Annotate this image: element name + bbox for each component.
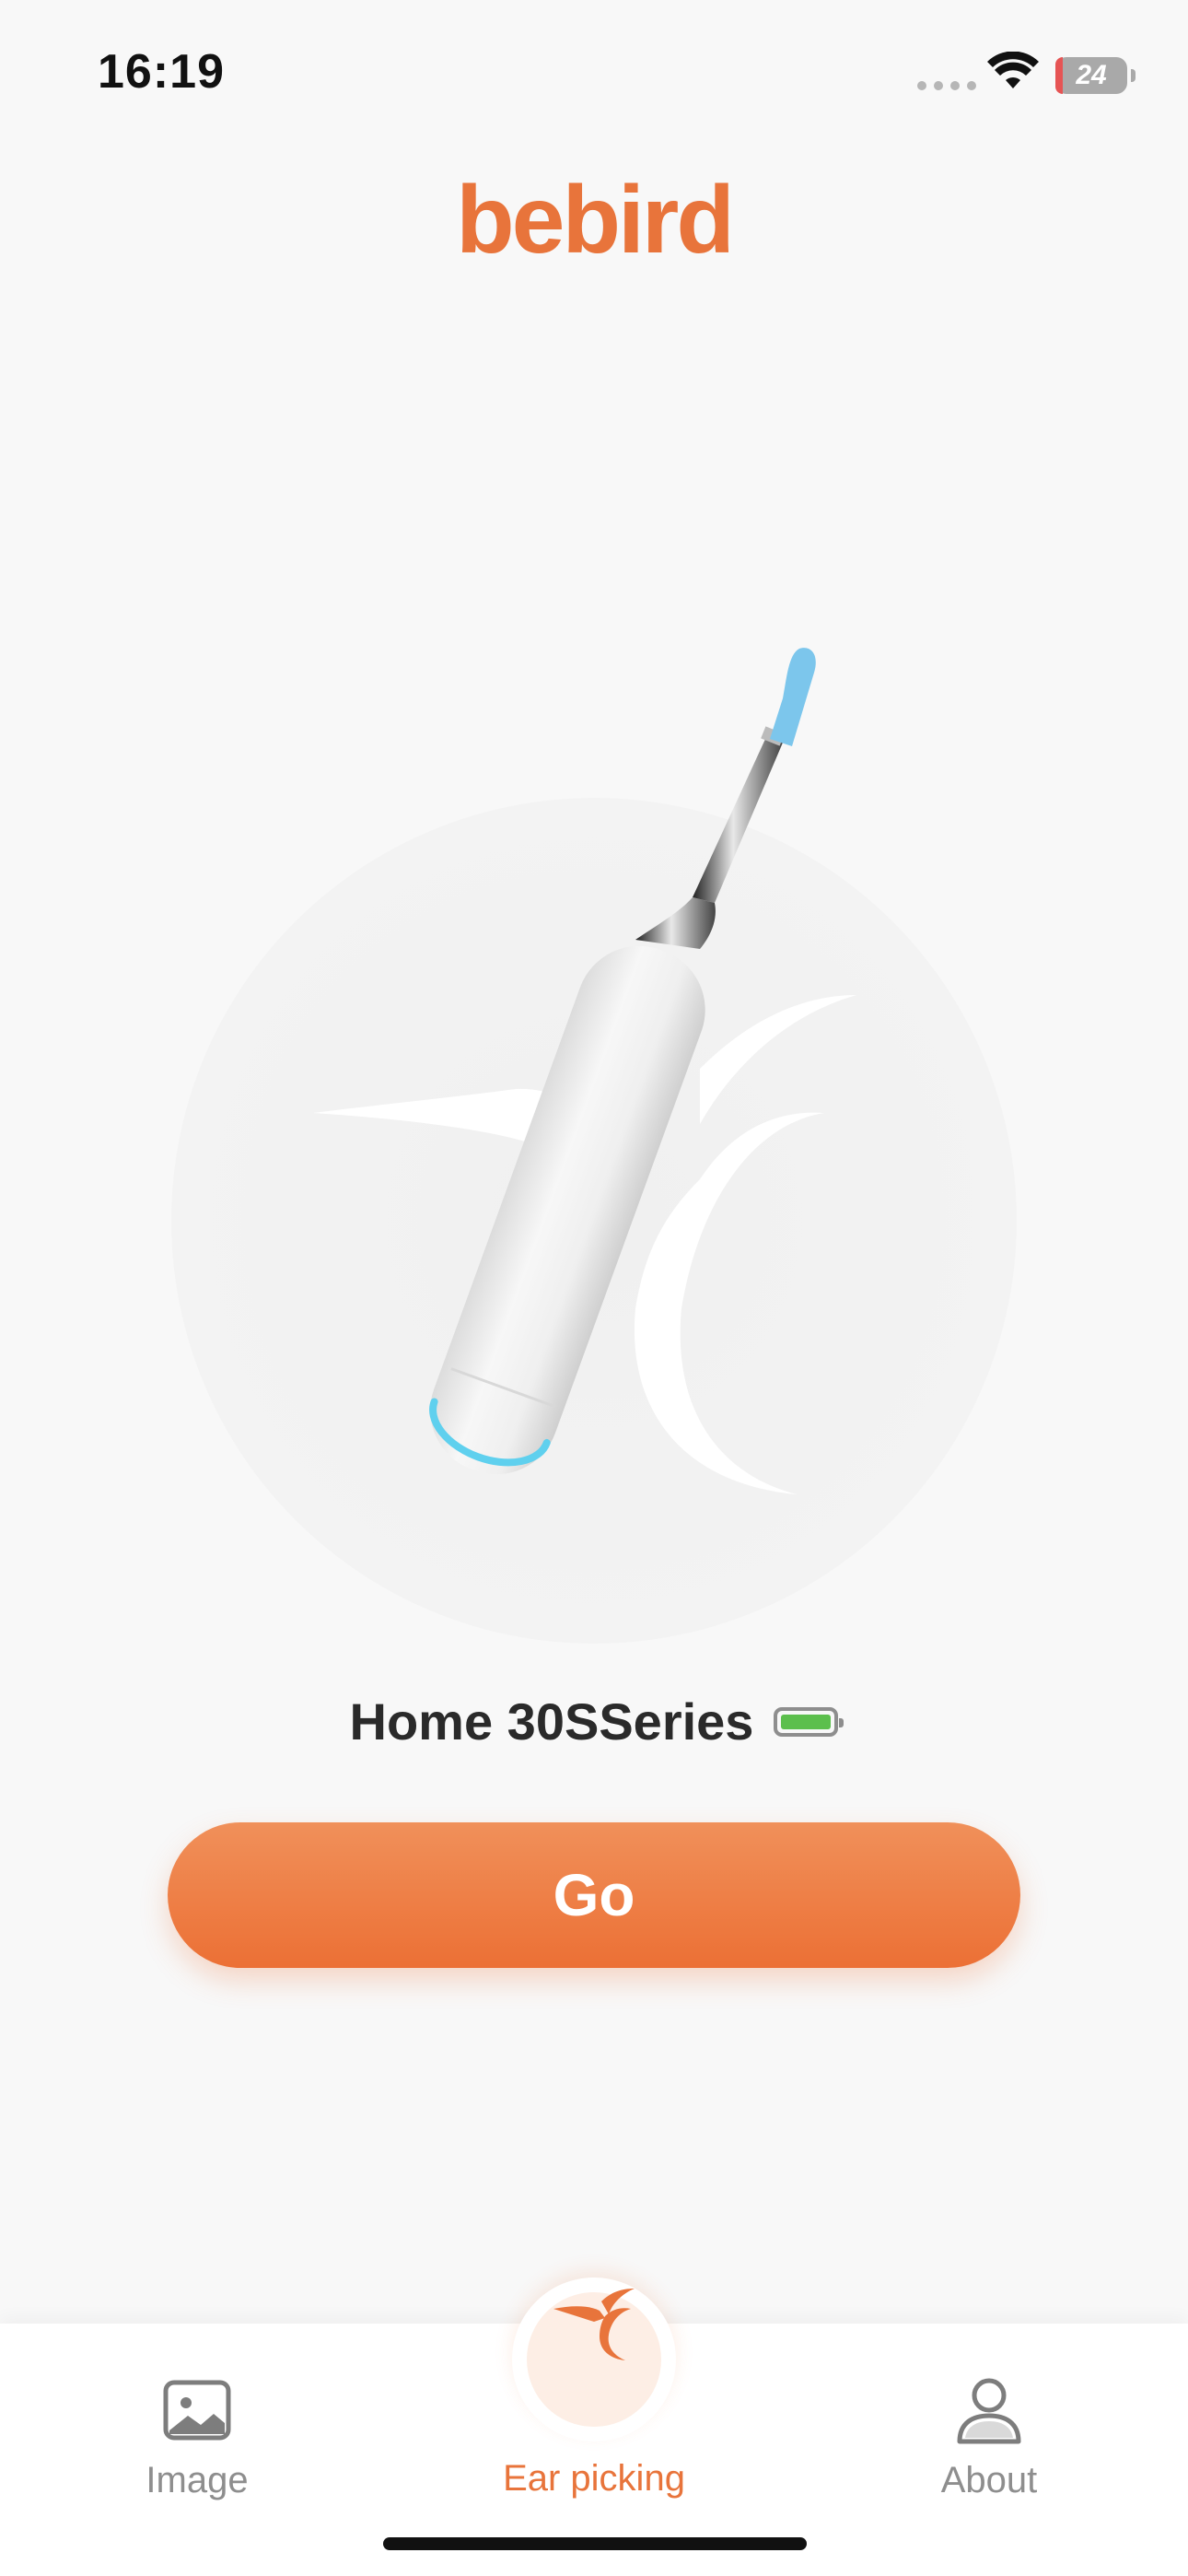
device-name: Home 30SSeries (349, 1692, 754, 1751)
home-indicator[interactable] (383, 2537, 807, 2550)
brand-logo: bebird (456, 167, 735, 274)
bird-icon (548, 2274, 635, 2360)
wifi-icon (987, 52, 1039, 88)
tab-image[interactable]: Image (77, 2324, 317, 2501)
signal-icon (917, 81, 976, 90)
battery-icon: 24 (1055, 57, 1136, 94)
device-illustration (313, 648, 856, 1494)
tab-about[interactable]: About (869, 2324, 1109, 2501)
tab-about-label: About (940, 2460, 1038, 2500)
battery-level: 24 (1076, 60, 1107, 90)
status-bar: 16:19 24 (0, 0, 1188, 147)
person-icon (952, 2373, 1026, 2447)
device-tip (770, 648, 816, 746)
image-icon (160, 2373, 234, 2447)
go-button[interactable]: Go (168, 1822, 1020, 1968)
tab-ear-picking-label: Ear picking (503, 2458, 685, 2499)
device-rod (635, 726, 785, 949)
device-info: Home 30SSeries (0, 1692, 1188, 1751)
tab-image-label: Image (146, 2460, 249, 2500)
status-time: 16:19 (98, 45, 225, 99)
device-battery-icon (774, 1706, 844, 1737)
